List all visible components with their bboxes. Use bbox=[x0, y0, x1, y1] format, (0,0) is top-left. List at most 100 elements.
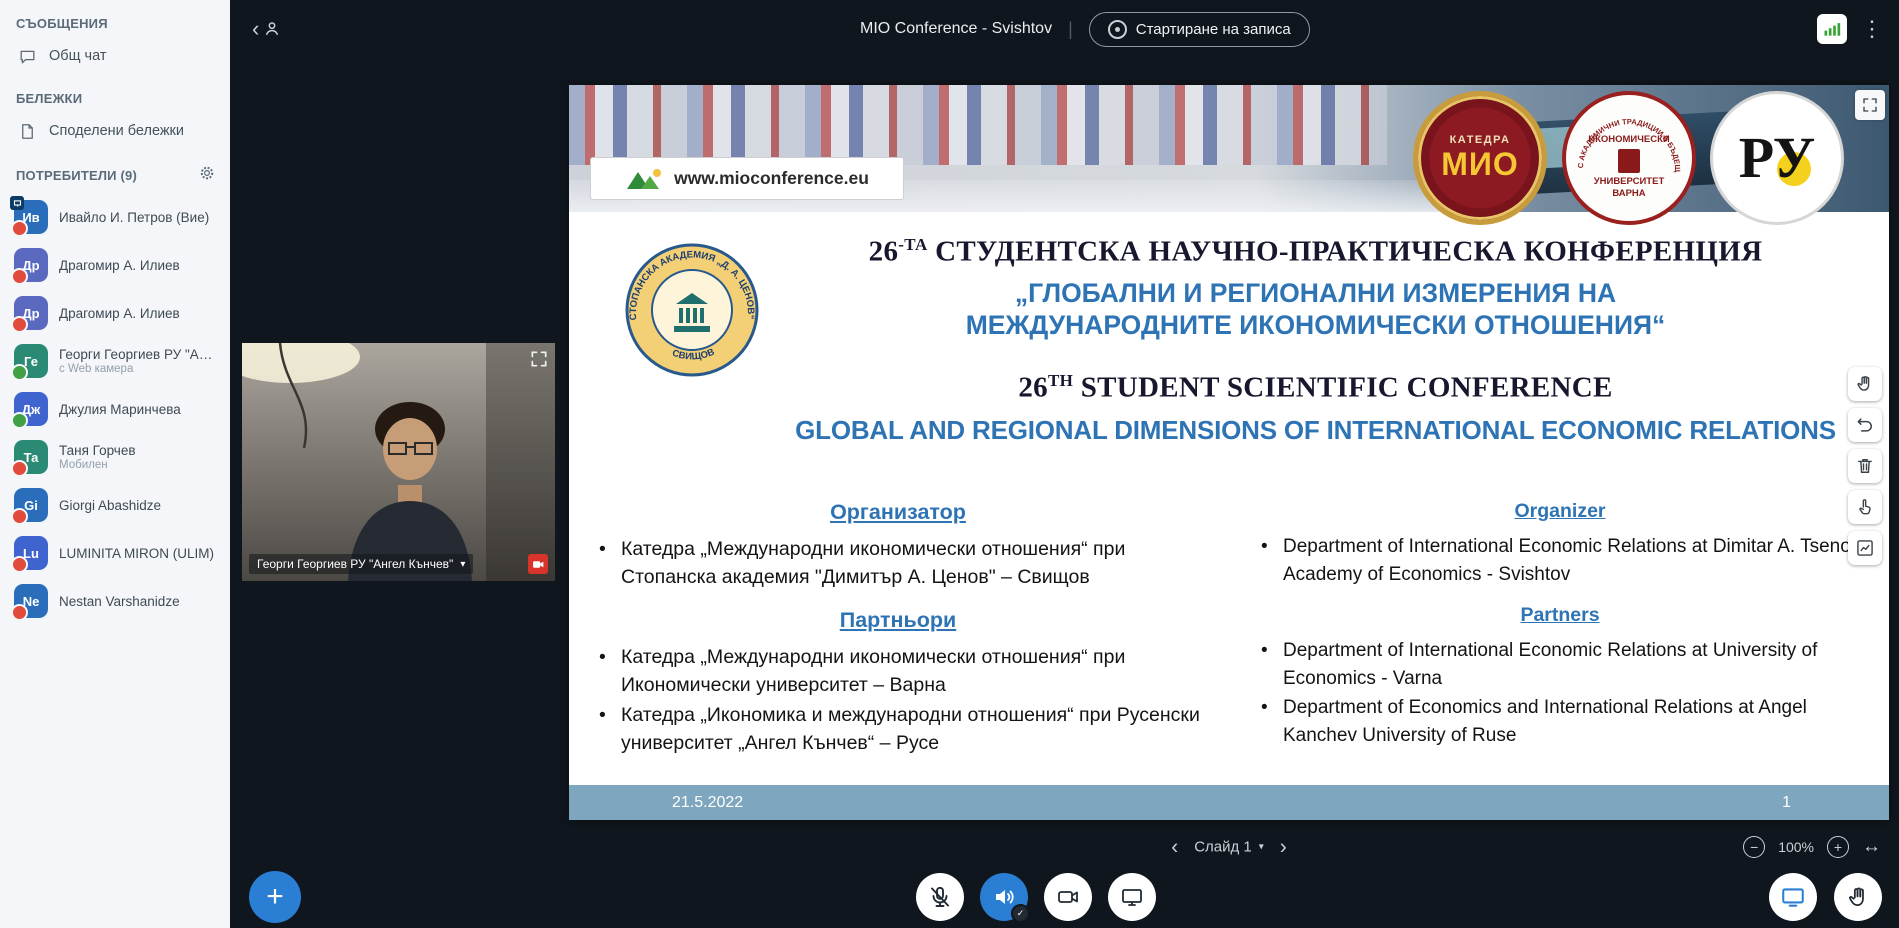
bullet-item: Department of International Economic Rel… bbox=[1253, 637, 1867, 692]
bullet-item: Department of Economics and Internationa… bbox=[1253, 694, 1867, 749]
slide-nav-center: ‹ Слайд 1 ▾ › bbox=[1159, 837, 1299, 858]
avatar: Gi bbox=[14, 488, 48, 522]
main-area: ‹ MIO Conference - Svishtov | Стартиране… bbox=[230, 0, 1899, 928]
slide-subtitle-bg-line1: „ГЛОБАЛНИ И РЕГИОНАЛНИ ИЗМЕРЕНИЯ НА bbox=[754, 277, 1877, 309]
organizer-column-bg: Организатор Катедра „Международни иконом… bbox=[591, 500, 1205, 775]
webcam-fullscreen-button[interactable] bbox=[529, 349, 549, 374]
users-section-title: ПОТРЕБИТЕЛИ (9) bbox=[16, 168, 137, 183]
camera-icon bbox=[532, 558, 545, 571]
monitor-icon bbox=[1780, 884, 1806, 910]
trash-icon bbox=[1855, 456, 1875, 476]
user-row[interactable]: Дж Джулия Маринчева bbox=[0, 385, 230, 433]
start-recording-label: Стартиране на записа bbox=[1136, 21, 1291, 38]
fullscreen-presentation-button[interactable] bbox=[1855, 90, 1885, 120]
logo-katedra-mio: КАТЕДРА МИО bbox=[1413, 91, 1547, 225]
shared-notes-label: Споделени бележки bbox=[49, 123, 184, 139]
user-name: Giorgi Abashidze bbox=[59, 498, 161, 513]
fit-width-button[interactable]: ↔ bbox=[1862, 836, 1881, 858]
user-row[interactable]: Ne Nestan Varshanidze bbox=[0, 577, 230, 625]
camera-icon bbox=[1056, 885, 1080, 909]
slide-select-button[interactable]: Слайд 1 ▾ bbox=[1194, 839, 1264, 856]
webcam-tile[interactable]: Георги Георгиев РУ "Ангел Кънчев" ▾ bbox=[242, 343, 555, 581]
avatar: Др bbox=[14, 248, 48, 282]
manage-users-button[interactable] bbox=[198, 164, 216, 187]
user-row[interactable]: Lu LUMINITA MIRON (ULIM) bbox=[0, 529, 230, 577]
user-row[interactable]: Та Таня Горчев Мобилен bbox=[0, 433, 230, 481]
audio-button[interactable]: ✓ bbox=[980, 873, 1028, 921]
bullet-item: Катедра „Международни икономически отнош… bbox=[591, 535, 1205, 592]
slide-titles: 26-ТА СТУДЕНТСКА НАУЧНО-ПРАКТИЧЕСКА КОНФ… bbox=[754, 235, 1877, 446]
slide-title-en: 26TH STUDENT SCIENTIFIC CONFERENCE bbox=[754, 371, 1877, 405]
hand-icon bbox=[1855, 374, 1875, 394]
user-row[interactable]: Др Драгомир А. Илиев bbox=[0, 289, 230, 337]
share-screen-button[interactable] bbox=[1108, 873, 1156, 921]
next-slide-button[interactable]: › bbox=[1268, 837, 1299, 858]
undo-button[interactable] bbox=[1848, 408, 1882, 442]
start-recording-button[interactable]: Стартиране на записа bbox=[1089, 12, 1310, 47]
webcam-name-label[interactable]: Георги Георгиев РУ "Ангел Кънчев" ▾ bbox=[249, 554, 473, 574]
pan-tool-button[interactable] bbox=[1848, 367, 1882, 401]
options-menu-button[interactable]: ⋮ bbox=[1861, 18, 1883, 40]
user-row[interactable]: Gi Giorgi Abashidze bbox=[0, 481, 230, 529]
mute-button[interactable] bbox=[916, 873, 964, 921]
share-webcam-button[interactable] bbox=[1044, 873, 1092, 921]
raise-hand-button[interactable] bbox=[1834, 873, 1882, 921]
user-name: Драгомир А. Илиев bbox=[59, 258, 180, 273]
previous-slide-button[interactable]: ‹ bbox=[1159, 837, 1190, 858]
presentation-area: www.mioconference.eu КАТЕДРА МИО С АКАДЕ… bbox=[569, 85, 1889, 863]
record-icon bbox=[1108, 20, 1127, 39]
logo-ue-varna: С АКАДЕМИЧНИ ТРАДИЦИИ В БЪДЕЩЕТО ИКОНОМИ… bbox=[1562, 91, 1696, 225]
sidebar-item-shared-notes[interactable]: Споделени бележки bbox=[0, 112, 230, 150]
slide: www.mioconference.eu КАТЕДРА МИО С АКАДЕ… bbox=[569, 85, 1889, 820]
partners-heading-en: Partners bbox=[1253, 604, 1867, 627]
user-name: LUMINITA MIRON (ULIM) bbox=[59, 546, 214, 561]
user-name: Джулия Маринчева bbox=[59, 402, 181, 417]
messages-section-title: СЪОБЩЕНИЯ bbox=[0, 0, 230, 37]
slide-date: 21.5.2022 bbox=[672, 794, 743, 812]
pointer-finger-icon bbox=[1855, 497, 1875, 517]
chevron-left-icon: ‹ bbox=[252, 18, 259, 40]
shapes-tool-button[interactable] bbox=[1848, 531, 1882, 565]
organizer-column-en: Organizer Department of International Ec… bbox=[1253, 500, 1867, 775]
connection-status-button[interactable] bbox=[1817, 14, 1847, 44]
user-status-badge bbox=[11, 268, 28, 285]
mio-site-badge: www.mioconference.eu bbox=[590, 157, 904, 200]
meeting-title: MIO Conference - Svishtov bbox=[860, 20, 1052, 38]
academy-logo: СТОПАНСКА АКАДЕМИЯ „Д. А. ЦЕНОВ“ СВИЩОВ bbox=[624, 242, 760, 378]
webcam-video bbox=[242, 343, 555, 581]
sidebar-item-public-chat[interactable]: Общ чат bbox=[0, 37, 230, 75]
user-row[interactable]: Др Драгомир А. Илиев bbox=[0, 241, 230, 289]
chat-icon bbox=[18, 47, 37, 66]
note-icon bbox=[18, 122, 37, 141]
user-row[interactable]: Ге Георги Георгиев РУ "Ангел Кънчев" с W… bbox=[0, 337, 230, 385]
user-row[interactable]: Ив Ивайло И. Петров (Вие) bbox=[0, 193, 230, 241]
slide-subtitle-bg: „ГЛОБАЛНИ И РЕГИОНАЛНИ ИЗМЕРЕНИЯ НА МЕЖД… bbox=[754, 277, 1877, 342]
actions-button[interactable]: + bbox=[249, 871, 301, 923]
slide-label: Слайд 1 bbox=[1194, 839, 1252, 856]
presenter-badge bbox=[10, 196, 24, 210]
chart-icon bbox=[1855, 538, 1875, 558]
slide-columns: Организатор Катедра „Международни иконом… bbox=[591, 500, 1867, 775]
user-name: Таня Горчев bbox=[59, 443, 136, 458]
user-status-badge bbox=[11, 412, 28, 429]
user-status-badge bbox=[11, 364, 28, 381]
mic-off-icon bbox=[928, 885, 952, 909]
zoom-in-button[interactable]: + bbox=[1827, 836, 1849, 858]
svg-text:С АКАДЕМИЧНИ ТРАДИЦИИ В БЪДЕЩЕ: С АКАДЕМИЧНИ ТРАДИЦИИ В БЪДЕЩЕТО bbox=[1566, 95, 1682, 173]
screen-share-icon bbox=[1120, 885, 1144, 909]
avatar: Та bbox=[14, 440, 48, 474]
bullet-item: Катедра „Икономика и международни отноше… bbox=[591, 701, 1205, 758]
zoom-out-button[interactable]: − bbox=[1743, 836, 1765, 858]
speaker-icon bbox=[992, 885, 1016, 909]
user-subtitle: с Web камера bbox=[59, 363, 217, 375]
user-status-badge bbox=[11, 220, 28, 237]
hand-icon bbox=[1846, 885, 1871, 910]
users-header: ПОТРЕБИТЕЛИ (9) bbox=[0, 150, 230, 193]
pointer-tool-button[interactable] bbox=[1848, 490, 1882, 524]
presenter-screen-icon bbox=[13, 199, 22, 208]
user-name: Nestan Varshanidze bbox=[59, 594, 180, 609]
toggle-userlist-button[interactable]: ‹ bbox=[252, 18, 282, 40]
restore-presentation-button[interactable] bbox=[1769, 873, 1817, 921]
organizer-heading-en: Organizer bbox=[1253, 500, 1867, 523]
clear-whiteboard-button[interactable] bbox=[1848, 449, 1882, 483]
